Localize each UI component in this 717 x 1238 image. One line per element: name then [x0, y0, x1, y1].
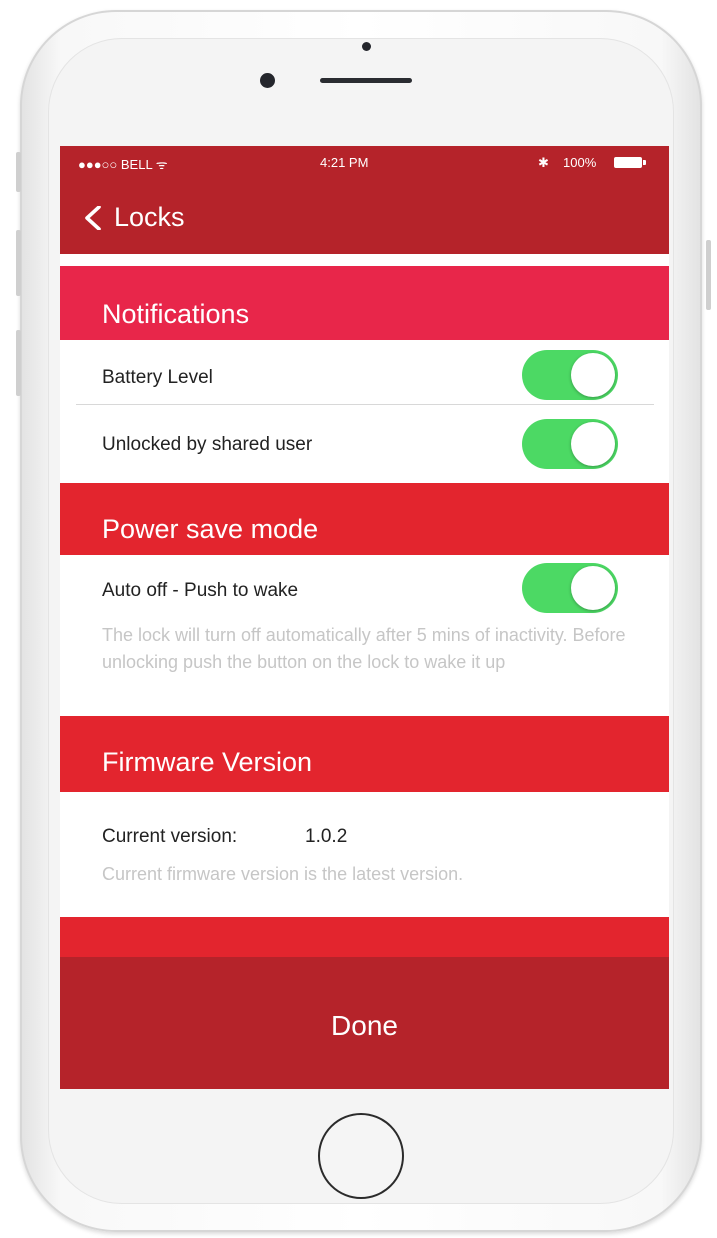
mute-switch	[16, 152, 21, 192]
section-title: Power save mode	[102, 514, 319, 544]
battery-level-toggle[interactable]	[522, 350, 618, 400]
row-divider	[76, 404, 654, 405]
status-time: 4:21 PM	[320, 155, 369, 170]
battery-icon	[614, 157, 646, 168]
home-button[interactable]	[318, 1113, 404, 1199]
battery-percent: 100%	[563, 155, 597, 170]
section-header-firmware: Firmware Version	[60, 716, 669, 792]
chevron-left-icon[interactable]	[82, 206, 106, 230]
toggle-knob	[571, 353, 615, 397]
earpiece-speaker	[320, 78, 412, 83]
auto-off-toggle[interactable]	[522, 563, 618, 613]
navigation-bar: Locks	[60, 180, 669, 254]
current-version-value: 1.0.2	[305, 826, 348, 847]
app-screen: ●●●○○ BELL ᯤ 4:21 PM ✱ 100% Locks Notifi…	[60, 146, 669, 1089]
section-header-power-save: Power save mode	[60, 483, 669, 555]
toggle-knob	[571, 566, 615, 610]
back-button[interactable]: Locks	[114, 202, 185, 233]
proximity-sensor	[362, 42, 371, 51]
carrier-signal: ●●●○○ BELL ᯤ	[78, 157, 168, 172]
section-title: Firmware Version	[102, 747, 313, 777]
front-camera	[260, 73, 275, 88]
status-bar: ●●●○○ BELL ᯤ 4:21 PM ✱ 100%	[60, 146, 669, 180]
volume-up-button	[16, 230, 21, 296]
firmware-status-note: Current firmware version is the latest v…	[102, 864, 464, 884]
unlocked-by-shared-user-label: Unlocked by shared user	[102, 434, 313, 455]
section-title: Notifications	[102, 299, 250, 329]
current-version-label: Current version:	[102, 826, 238, 847]
toggle-knob	[571, 422, 615, 466]
volume-down-button	[16, 330, 21, 396]
battery-level-label: Battery Level	[102, 367, 213, 388]
section-header-notifications: Notifications	[60, 266, 669, 340]
done-button[interactable]: Done	[60, 957, 669, 1089]
auto-off-label: Auto off - Push to wake	[102, 580, 299, 601]
unlocked-by-shared-user-toggle[interactable]	[522, 419, 618, 469]
done-label: Done	[331, 1010, 398, 1041]
footer-band	[60, 917, 669, 957]
bluetooth-icon: ✱	[538, 155, 549, 170]
power-save-description: The lock will turn off automatically aft…	[102, 625, 626, 672]
power-button	[706, 240, 711, 310]
